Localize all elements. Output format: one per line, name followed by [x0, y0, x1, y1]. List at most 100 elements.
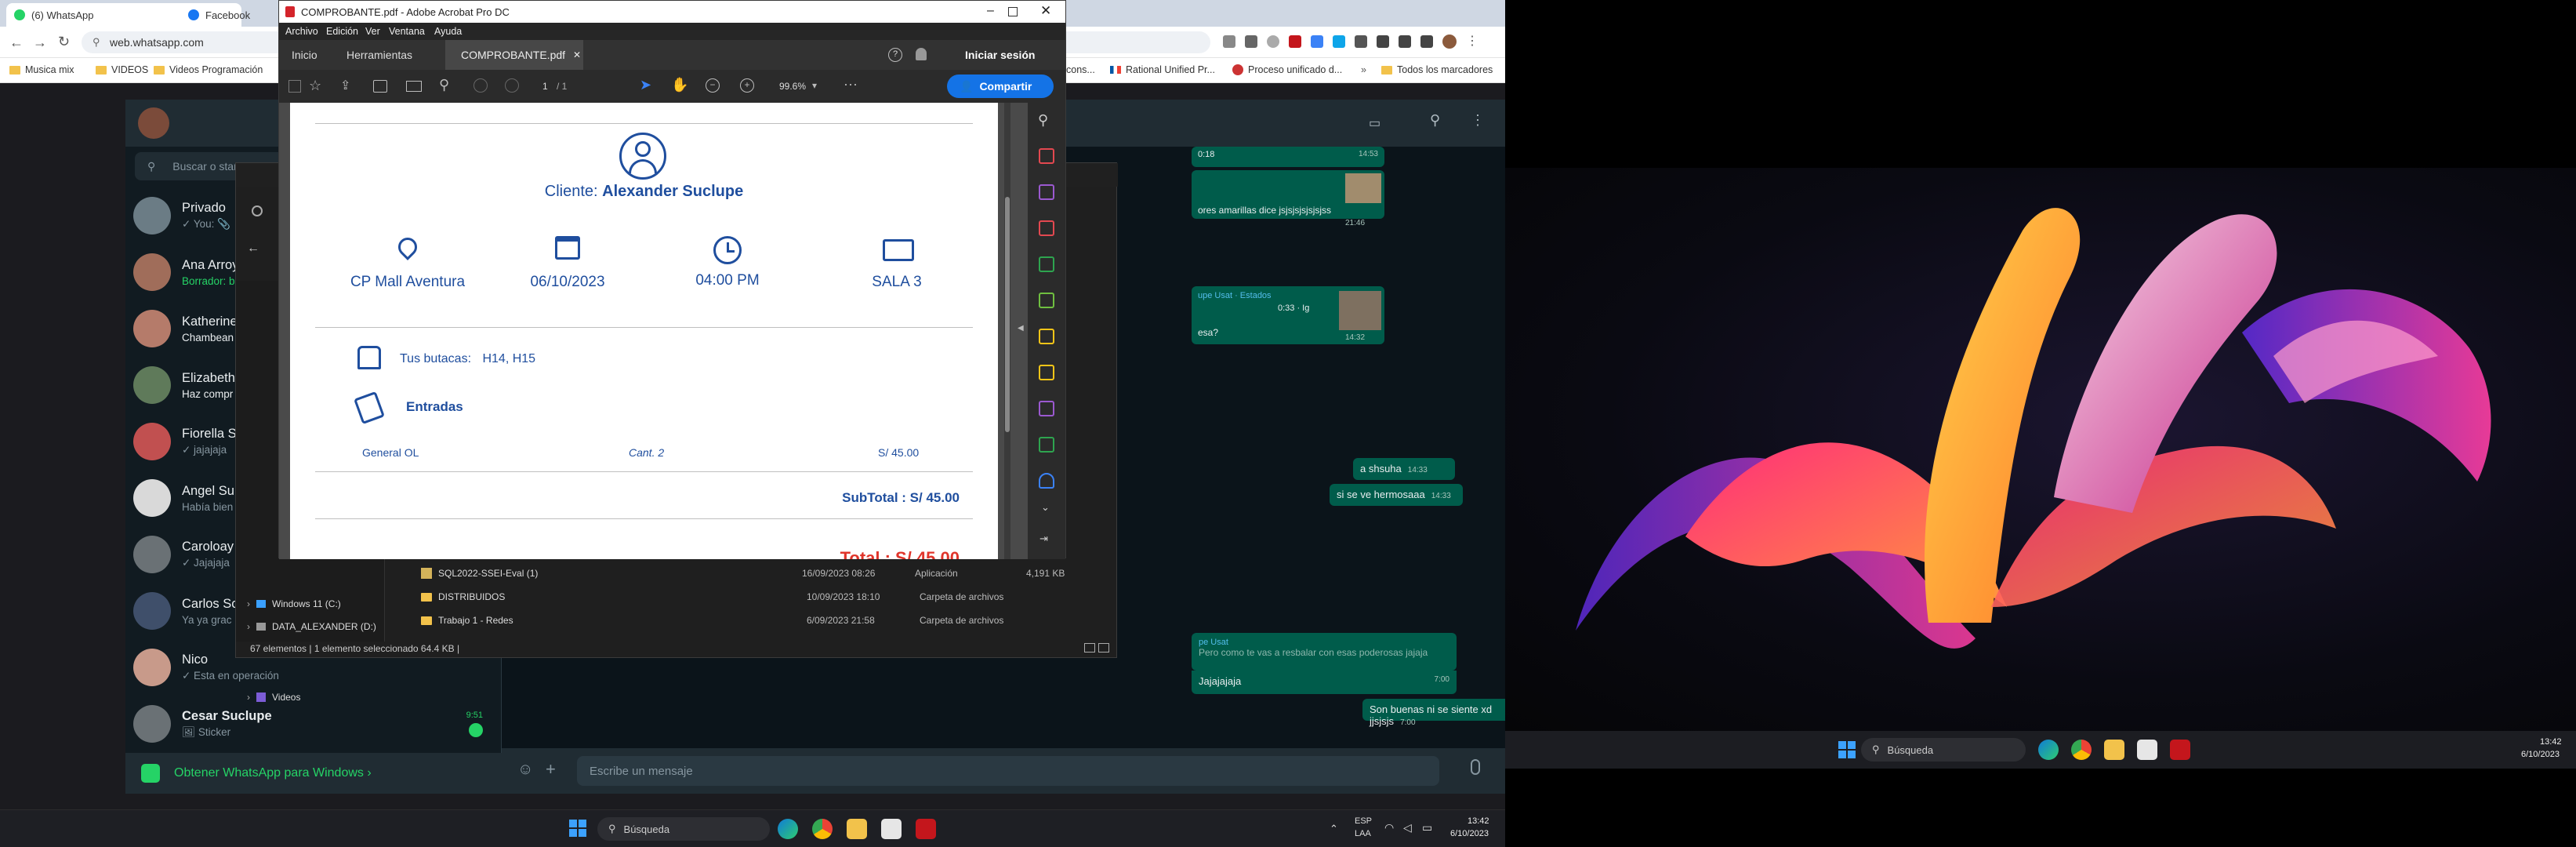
taskbar-search[interactable]: ⚲ Búsqueda [1861, 738, 2026, 762]
menu-ver[interactable]: Ver [365, 26, 380, 37]
next-page-icon[interactable] [505, 78, 519, 93]
sidebar-icon[interactable] [1420, 35, 1433, 48]
minimize-icon[interactable]: – [987, 4, 994, 18]
close-tab-icon[interactable]: ✕ [573, 49, 581, 60]
fill-sign-icon[interactable] [1039, 401, 1054, 416]
save-icon[interactable] [288, 80, 301, 93]
bookmark-proceso-unificado[interactable]: Proceso unificado d... [1232, 64, 1342, 75]
extension-icon[interactable] [1333, 35, 1345, 48]
edit-pdf-icon[interactable] [1039, 184, 1054, 200]
export-pdf-icon[interactable] [1039, 148, 1054, 164]
menu-ventana[interactable]: Ventana [389, 26, 425, 37]
acrobat-icon[interactable] [916, 819, 936, 839]
menu-icon[interactable]: ⋮ [1466, 35, 1478, 48]
file-row[interactable]: DISTRIBUIDOS 10/09/2023 18:10 Carpeta de… [421, 585, 1111, 609]
reload-icon[interactable]: ↻ [58, 34, 70, 50]
menu-edicion[interactable]: Edición [326, 26, 358, 37]
collapse-pane-icon[interactable]: ◀ [1018, 324, 1024, 333]
store-icon[interactable] [881, 819, 902, 839]
edge-icon[interactable] [2038, 740, 2059, 760]
mail-icon[interactable] [406, 81, 422, 92]
star-icon[interactable] [1267, 35, 1279, 48]
scan-icon[interactable] [1039, 329, 1054, 344]
signin-button[interactable]: Iniciar sesión [965, 49, 1035, 61]
get-whatsapp-banner[interactable]: Obtener WhatsApp para Windows › [125, 753, 502, 794]
site-info-icon[interactable]: ⚲ [93, 36, 100, 49]
more-tools-icon[interactable]: ··· [844, 76, 858, 93]
emoji-icon[interactable]: ☺ [517, 761, 533, 779]
zoom-out-icon[interactable]: − [706, 78, 720, 93]
bookmark-videos[interactable]: VIDEOS [96, 64, 148, 75]
menu-archivo[interactable]: Archivo [285, 26, 318, 37]
details-view-icon[interactable] [1084, 643, 1095, 653]
chevron-up-icon[interactable]: ⌃ [1330, 823, 1338, 835]
extension-icon[interactable] [1311, 35, 1323, 48]
tab-facebook[interactable]: Facebook [180, 3, 282, 27]
extension-icon[interactable] [1355, 35, 1367, 48]
tiles-view-icon[interactable] [1098, 643, 1109, 653]
forward-icon[interactable]: → [33, 35, 47, 51]
file-row[interactable]: SQL2022-SSEI-Eval (1) 16/09/2023 08:26 A… [421, 562, 1111, 585]
clock-time[interactable]: 13:42 [1468, 816, 1489, 826]
wifi-icon[interactable]: ◠ [1384, 821, 1394, 834]
share-button[interactable]: 👤 Compartir [947, 75, 1054, 98]
upload-icon[interactable]: ⇪ [340, 78, 350, 93]
tab-document[interactable]: COMPROBANTE.pdf ✕ [445, 40, 583, 70]
input-language[interactable]: ESP [1355, 816, 1372, 826]
puzzle-icon[interactable] [1377, 35, 1389, 48]
zoom-in-icon[interactable]: + [740, 78, 754, 93]
bookmark-partial[interactable]: cons... [1066, 64, 1095, 75]
history-icon[interactable] [252, 205, 263, 216]
chrome-icon[interactable] [812, 819, 833, 839]
chevron-down-icon[interactable]: ▾ [812, 80, 817, 91]
chrome-icon[interactable] [2071, 740, 2092, 760]
bookmark-rational-unified[interactable]: Rational Unified Pr... [1110, 64, 1215, 75]
scrollbar-track[interactable] [1004, 103, 1010, 559]
acrobat-icon[interactable] [2170, 740, 2190, 760]
search-icon[interactable]: ⚲ [1430, 112, 1440, 129]
image-thumbnail[interactable] [1345, 173, 1381, 203]
close-icon[interactable]: ✕ [1040, 3, 1051, 19]
bookmark-musica-mix[interactable]: Musica mix [9, 64, 74, 75]
nav-item-videos[interactable]: › Videos [247, 692, 300, 703]
search-icon[interactable]: ⚲ [439, 77, 449, 93]
zoom-level[interactable]: 99.6% [779, 81, 806, 92]
attach-icon[interactable]: + [546, 759, 556, 780]
page-number-input[interactable]: 1 [542, 81, 548, 92]
print-icon[interactable] [373, 80, 387, 93]
protect-icon[interactable] [1039, 473, 1054, 489]
chat-item[interactable]: Cesar Suclupe 🖼 Sticker 9:51 [125, 696, 502, 752]
combine-files-icon[interactable] [1039, 293, 1054, 308]
profile-avatar[interactable] [1442, 35, 1457, 49]
message-input[interactable]: Escribe un mensaje [577, 756, 1439, 786]
help-icon[interactable]: ? [888, 48, 902, 62]
back-icon[interactable]: ← [9, 35, 24, 51]
tab-herramientas[interactable]: Herramientas [346, 49, 412, 61]
share-icon[interactable] [1245, 35, 1257, 48]
more-bookmarks-icon[interactable]: » [1361, 64, 1366, 75]
windows-start-icon[interactable] [569, 820, 586, 837]
zoom-icon[interactable]: ⚲ [1038, 112, 1048, 129]
maximize-icon[interactable] [1008, 7, 1018, 16]
nav-item-c-drive[interactable]: › Windows 11 (C:) [247, 598, 341, 609]
keyboard-layout[interactable]: LAA [1355, 829, 1371, 838]
bookmark-star-icon[interactable]: ☆ [309, 78, 321, 94]
prev-page-icon[interactable] [473, 78, 488, 93]
clock-date[interactable]: 6/10/2023 [1450, 829, 1489, 838]
acrobat-extension-icon[interactable] [1289, 35, 1301, 48]
my-avatar[interactable] [138, 107, 169, 139]
status-thumbnail[interactable] [1339, 291, 1381, 330]
file-explorer-icon[interactable] [847, 819, 867, 839]
menu-icon[interactable]: ⋮ [1471, 112, 1485, 129]
tab-inicio[interactable]: Inicio [292, 49, 317, 61]
edge-icon[interactable] [778, 819, 798, 839]
file-row[interactable]: Trabajo 1 - Redes 6/09/2023 21:58 Carpet… [421, 609, 1111, 632]
bell-icon[interactable] [916, 48, 927, 60]
battery-icon[interactable]: ▭ [1422, 821, 1432, 834]
comment-icon[interactable] [1039, 365, 1054, 380]
create-pdf-icon[interactable] [1039, 220, 1054, 236]
menu-ayuda[interactable]: Ayuda [434, 26, 462, 37]
clock-time[interactable]: 13:42 [2540, 737, 2562, 747]
clock-date[interactable]: 6/10/2023 [2521, 750, 2560, 759]
bookmark-videos-programacion[interactable]: Videos Programación [154, 64, 263, 75]
